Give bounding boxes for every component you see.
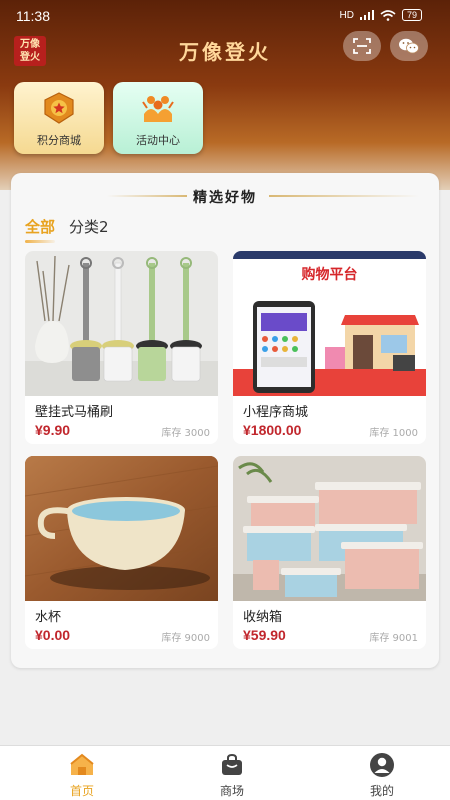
title-decoration-right bbox=[269, 195, 419, 197]
status-indicators: HD 79 bbox=[340, 9, 422, 21]
product-card[interactable]: 收纳箱 ¥59.90 库存 9001 bbox=[233, 456, 426, 649]
product-stock: 库存 9000 bbox=[161, 633, 210, 644]
product-price: ¥9.90 bbox=[35, 422, 71, 438]
tabbar-home-label: 首页 bbox=[69, 784, 94, 798]
tabbar-mall[interactable]: 商场 bbox=[192, 750, 272, 799]
bottom-tab-bar: 首页 商场 我的 bbox=[0, 745, 450, 800]
product-name: 水杯 bbox=[35, 610, 62, 625]
tabbar-mall-label: 商场 bbox=[219, 784, 244, 798]
tab-all[interactable]: 全部 bbox=[25, 216, 56, 243]
points-mall-label: 积分商城 bbox=[37, 134, 81, 147]
product-card[interactable]: 购物平台 小程序商城 ¥1800.00 库存 1000 bbox=[233, 251, 426, 444]
product-price: ¥59.90 bbox=[243, 627, 286, 643]
featured-products-card: 精选好物 全部 分类2 壁挂式马桶刷 ¥9.90 库存 3000 购物平台 小程… bbox=[11, 173, 439, 668]
product-price: ¥1800.00 bbox=[243, 422, 302, 438]
signal-icon bbox=[359, 10, 374, 20]
product-stock: 库存 1000 bbox=[369, 428, 418, 439]
app-title: 万像登火 bbox=[179, 40, 271, 64]
tab-category-2[interactable]: 分类2 bbox=[69, 216, 109, 243]
product-name: 收纳箱 bbox=[243, 610, 283, 625]
tabbar-home[interactable]: 首页 bbox=[42, 750, 122, 799]
tabbar-me[interactable]: 我的 bbox=[342, 750, 422, 799]
platform-image-title: 购物平台 bbox=[301, 267, 358, 283]
product-price: ¥0.00 bbox=[35, 627, 71, 643]
scan-button[interactable] bbox=[343, 31, 381, 61]
wechat-button[interactable] bbox=[390, 31, 428, 61]
wechat-icon bbox=[399, 38, 419, 54]
status-time: 11:38 bbox=[16, 8, 50, 24]
product-image-storage-box bbox=[233, 456, 426, 601]
home-icon bbox=[70, 753, 94, 775]
user-icon bbox=[370, 753, 394, 777]
tabbar-me-label: 我的 bbox=[369, 784, 394, 798]
shopping-bag-icon bbox=[222, 753, 242, 775]
product-image-cup bbox=[25, 456, 218, 601]
product-name: 壁挂式马桶刷 bbox=[35, 405, 114, 420]
status-bar: 11:38 HD 79 bbox=[0, 0, 450, 28]
product-stock: 库存 9001 bbox=[369, 633, 418, 644]
medal-icon bbox=[44, 92, 74, 124]
product-image-toilet-brush bbox=[25, 251, 218, 396]
points-mall-button[interactable]: 积分商城 bbox=[14, 82, 104, 154]
product-card[interactable]: 壁挂式马桶刷 ¥9.90 库存 3000 bbox=[25, 251, 218, 444]
battery-indicator: 79 bbox=[401, 9, 422, 21]
product-card[interactable]: 水杯 ¥0.00 库存 9000 bbox=[25, 456, 218, 649]
activity-center-label: 活动中心 bbox=[136, 134, 180, 147]
network-type: HD bbox=[339, 9, 354, 21]
wifi-icon bbox=[380, 9, 396, 21]
product-stock: 库存 3000 bbox=[161, 428, 210, 439]
category-tabs: 全部 分类2 bbox=[25, 216, 109, 243]
scan-icon bbox=[353, 38, 371, 54]
activity-center-button[interactable]: 活动中心 bbox=[113, 82, 203, 154]
section-title: 精选好物 bbox=[193, 190, 257, 206]
people-celebrate-icon bbox=[142, 96, 174, 122]
product-name: 小程序商城 bbox=[243, 405, 309, 420]
